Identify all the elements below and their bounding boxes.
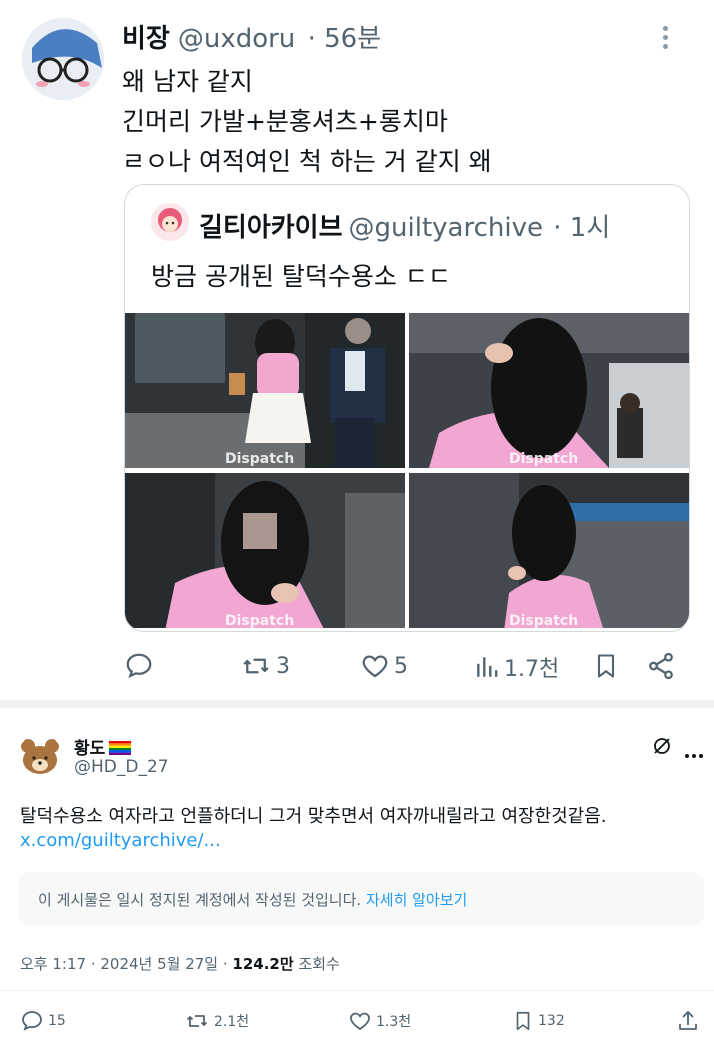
tweet-header: 비장 @uxdoru · 56분 [122, 18, 381, 55]
bookmark-count: 132 [538, 1013, 565, 1029]
reply-button[interactable] [124, 651, 158, 681]
post-timestamp[interactable]: 오후 1:17 · 2024년 5월 27일 · [20, 955, 232, 973]
quoted-text: 방금 공개된 탈덕수용소 ㄷㄷ [151, 262, 451, 291]
heart-icon [350, 1012, 370, 1031]
quoted-time[interactable]: · 1시 [553, 213, 610, 243]
reply-like-button[interactable]: 1.3천 [348, 1009, 411, 1033]
meta-divider [0, 990, 714, 991]
view-count-total: 124.2만 [232, 955, 294, 973]
bookmark-icon [597, 654, 615, 678]
quoted-header: 길티아카이브 @guiltyarchive · 1시 [199, 207, 610, 244]
retweet-icon [243, 658, 269, 674]
photo-4[interactable]: Dispatch [409, 473, 689, 628]
author-name[interactable]: 비장 [122, 24, 170, 54]
retweet-count: 2.1천 [214, 1014, 250, 1030]
author-avatar[interactable] [22, 18, 104, 100]
quoted-author-handle[interactable]: @guiltyarchive [349, 213, 543, 243]
upload-share-icon [679, 1011, 697, 1030]
retweet-count: 3 [276, 653, 290, 679]
views-icon [477, 657, 498, 677]
retweet-icon [186, 1015, 208, 1027]
watermark-text: Dispatch [509, 451, 578, 467]
section-divider [0, 700, 714, 708]
reply-icon [126, 653, 152, 679]
views-button[interactable]: 1.7천 [474, 651, 559, 683]
view-count: 1.7천 [504, 657, 560, 682]
more-horizontal-icon[interactable] [684, 744, 704, 758]
bookmark-icon [516, 1011, 530, 1031]
tweet-text-line: ㄹㅇ나 여적여인 척 하는 거 같지 왜 [122, 147, 492, 176]
reply-author-name-row: 황도 [74, 734, 132, 759]
reply-link[interactable]: x.com/guiltyarchive/... [20, 830, 221, 851]
quoted-author-avatar[interactable] [151, 203, 189, 241]
bookmark-button[interactable] [592, 651, 624, 681]
share-button[interactable] [646, 651, 680, 681]
reply-count: 15 [48, 1013, 66, 1029]
suspended-notice: 이 게시물은 일시 정지된 계정에서 작성된 것입니다. 자세히 알아보기 [18, 872, 704, 926]
tweet-text-line: 왜 남자 같지 [122, 67, 253, 96]
reply-reply-button[interactable]: 15 [20, 1009, 66, 1033]
reply-share-button[interactable] [676, 1009, 704, 1033]
tweet-time[interactable]: · 56분 [308, 24, 382, 54]
learn-more-link[interactable]: 자세히 알아보기 [366, 891, 467, 909]
photo-3[interactable]: Dispatch [125, 473, 405, 628]
watermark-text: Dispatch [509, 613, 578, 628]
views-label: 조회수 [293, 955, 340, 973]
like-button[interactable]: 5 [360, 651, 408, 681]
quoted-author-name[interactable]: 길티아카이브 [199, 213, 343, 243]
reply-bookmark-button[interactable]: 132 [512, 1009, 565, 1033]
notice-text: 이 게시물은 일시 정지된 계정에서 작성된 것입니다. [38, 891, 362, 909]
reply-author-avatar[interactable] [18, 734, 62, 778]
more-options-icon[interactable] [662, 26, 670, 52]
quoted-tweet[interactable]: 길티아카이브 @guiltyarchive · 1시 방금 공개된 탈덕수용소 ㄷ… [124, 184, 690, 632]
author-handle[interactable]: @uxdoru [178, 24, 295, 54]
reply-text: 탈덕수용소 여자라고 언플하더니 그거 맞추면서 여자까내릴라고 여장한것같음. [20, 806, 607, 827]
share-icon [649, 652, 673, 680]
reply-retweet-button[interactable]: 2.1천 [184, 1009, 249, 1033]
watermark-text: Dispatch [225, 613, 294, 628]
post-meta: 오후 1:17 · 2024년 5월 27일 · 124.2만 조회수 [20, 953, 340, 974]
rainbow-flag-icon [109, 741, 132, 755]
retweet-button[interactable]: 3 [240, 651, 290, 681]
photo-1[interactable]: Dispatch [125, 313, 405, 468]
grok-icon[interactable] [652, 736, 672, 760]
reply-icon [22, 1011, 42, 1031]
reply-author-name[interactable]: 황도 [74, 739, 105, 759]
reply-author-handle[interactable]: @HD_D_27 [74, 757, 169, 777]
heart-icon [362, 655, 388, 678]
photo-2[interactable]: Dispatch [409, 313, 689, 468]
watermark-text: Dispatch [225, 451, 294, 467]
like-count: 1.3천 [376, 1014, 412, 1030]
like-count: 5 [394, 653, 408, 679]
tweet-text-line: 긴머리 가발+분홍셔츠+롱치마 [122, 107, 448, 136]
